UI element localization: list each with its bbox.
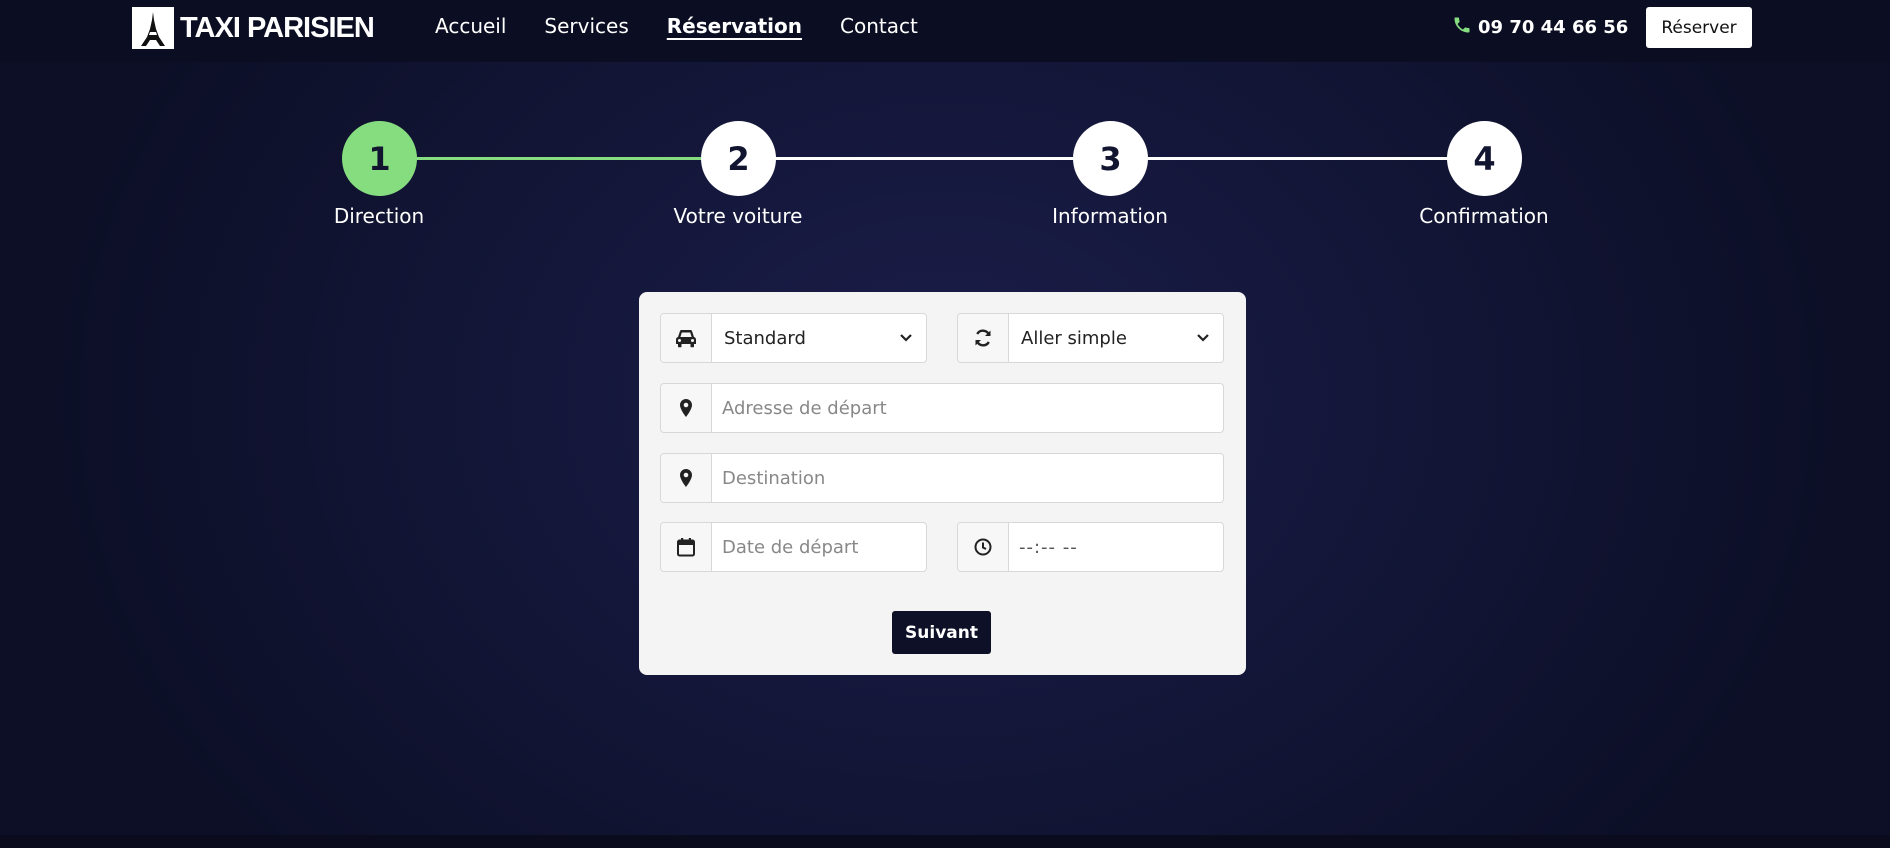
departure-address-input[interactable]: Adresse de départ: [660, 383, 1224, 433]
footer-edge: [0, 835, 1890, 848]
sync-icon: [958, 314, 1009, 362]
chevron-down-icon: [1183, 314, 1223, 362]
destination-input[interactable]: Destination: [660, 453, 1224, 503]
nav-link-services[interactable]: Services: [544, 14, 628, 38]
step-2-label: Votre voiture: [673, 204, 803, 228]
step-1-circle: 1: [342, 121, 417, 196]
time-input[interactable]: --:-- --: [957, 522, 1224, 572]
date-placeholder: Date de départ: [722, 536, 859, 558]
nav-link-reservation[interactable]: Réservation: [667, 14, 802, 38]
navbar: TAXI PARISIEN Accueil Services Réservati…: [0, 0, 1890, 62]
stepper-line: [1110, 157, 1484, 160]
brand-name: TAXI PARISIEN: [180, 11, 375, 44]
map-marker-icon: [661, 384, 712, 432]
step-4-label: Confirmation: [1419, 204, 1549, 228]
next-button[interactable]: Suivant: [892, 611, 991, 654]
step-1-label: Direction: [333, 204, 425, 228]
phone-link[interactable]: 09 70 44 66 56: [1452, 15, 1628, 40]
brand-logo-link[interactable]: TAXI PARISIEN: [132, 7, 375, 49]
nav-link-contact[interactable]: Contact: [840, 14, 918, 38]
phone-icon: [1452, 15, 1472, 40]
chevron-down-icon: [886, 314, 926, 362]
calendar-icon: [661, 523, 712, 571]
step-4-circle: 4: [1447, 121, 1522, 196]
date-input[interactable]: Date de départ: [660, 522, 927, 572]
stepper-line: [738, 157, 1110, 160]
vehicle-select[interactable]: Standard: [660, 313, 927, 363]
step-3-label: Information: [1052, 204, 1168, 228]
booking-form-card: Standard Aller simple Adresse de départ: [639, 292, 1246, 675]
trip-type-select[interactable]: Aller simple: [957, 313, 1224, 363]
clock-icon: [958, 523, 1009, 571]
step-3-circle: 3: [1073, 121, 1148, 196]
vehicle-select-value: Standard: [724, 327, 806, 349]
reserve-button[interactable]: Réserver: [1646, 7, 1752, 48]
nav-links: Accueil Services Réservation Contact: [435, 14, 918, 38]
trip-type-select-value: Aller simple: [1021, 327, 1127, 349]
phone-number: 09 70 44 66 56: [1478, 17, 1629, 38]
map-marker-icon: [661, 454, 712, 502]
car-icon: [661, 314, 712, 362]
stepper-line-complete: [379, 157, 741, 160]
step-2-circle: 2: [701, 121, 776, 196]
destination-placeholder: Destination: [722, 467, 826, 489]
time-placeholder: --:-- --: [1019, 536, 1078, 558]
departure-address-placeholder: Adresse de départ: [722, 397, 887, 419]
nav-link-accueil[interactable]: Accueil: [435, 14, 506, 38]
eiffel-tower-icon: [132, 7, 174, 49]
